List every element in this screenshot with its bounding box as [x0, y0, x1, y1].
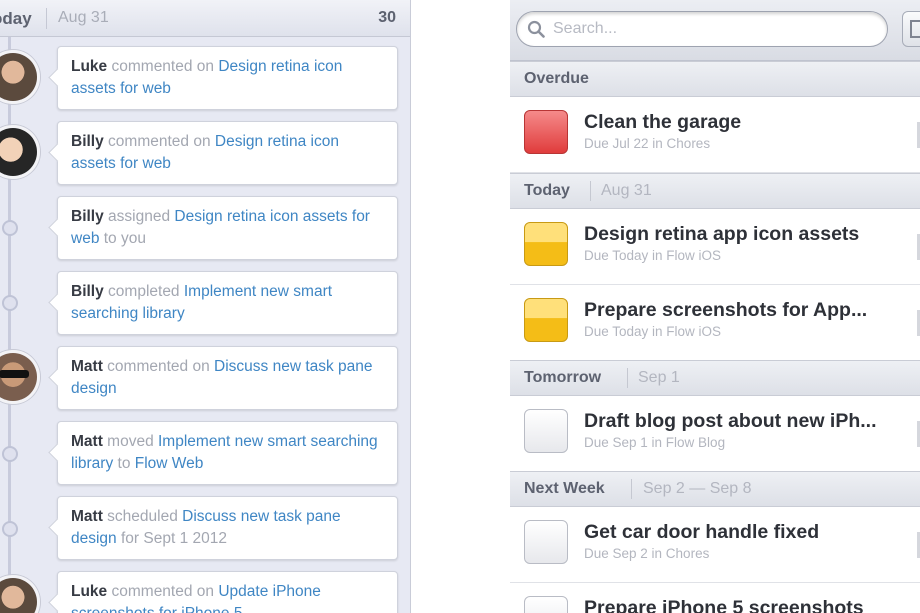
activity-trail: to you	[99, 230, 146, 247]
task-checkbox[interactable]	[524, 409, 568, 453]
divider	[590, 181, 591, 201]
task-subtitle: Due Sep 1 in Flow Blog	[584, 435, 726, 450]
task-checkbox[interactable]	[524, 110, 568, 154]
task-checkbox[interactable]	[524, 596, 568, 613]
task-title: Get car door handle fixed	[584, 521, 820, 543]
section-header-next-week: Next Week Sep 2 — Sep 8	[510, 471, 920, 507]
compose-button[interactable]	[902, 11, 920, 47]
task-row[interactable]: Get car door handle fixed Due Sep 2 in C…	[510, 507, 920, 583]
activity-actor[interactable]: Matt	[71, 508, 103, 525]
activity-actor[interactable]: Matt	[71, 358, 103, 375]
task-row[interactable]: Design retina app icon assets Due Today …	[510, 209, 920, 285]
activity-actor[interactable]: Luke	[71, 583, 107, 600]
activity-actor[interactable]: Billy	[71, 208, 104, 225]
search-input[interactable]: Search...	[516, 11, 888, 47]
timeline-dot	[2, 220, 18, 236]
activity-card[interactable]: Matt scheduled Discuss new task pane des…	[57, 496, 398, 560]
section-header-overdue: Overdue	[510, 61, 920, 97]
timeline-dot	[2, 295, 18, 311]
activity-verb: scheduled	[102, 508, 183, 525]
section-header-tomorrow: Tomorrow Sep 1	[510, 360, 920, 396]
activity-card[interactable]: Matt commented on Discuss new task pane …	[57, 346, 398, 410]
search-placeholder: Search...	[553, 20, 618, 37]
task-title: Prepare iPhone 5 screenshots	[584, 597, 864, 613]
activity-verb: moved	[102, 433, 158, 450]
section-date: Sep 1	[638, 369, 680, 386]
task-subtitle: Due Sep 2 in Chores	[584, 546, 710, 561]
activity-actor[interactable]: Luke	[71, 58, 107, 75]
avatar-billy[interactable]	[0, 125, 40, 179]
compose-icon	[910, 20, 920, 38]
activity-actor[interactable]: Billy	[71, 133, 104, 150]
divider	[631, 479, 632, 499]
timeline-dot	[2, 446, 18, 462]
feed-date-label: Aug 31	[58, 9, 109, 26]
task-subtitle: Due Jul 22 in Chores	[584, 136, 711, 151]
activity-card[interactable]: Luke commented on Design retina icon ass…	[57, 46, 398, 110]
task-list-pane: Search... Overdue Clean the garage Due J…	[510, 0, 920, 613]
search-icon	[527, 20, 545, 38]
divider	[627, 368, 628, 388]
feed-day-label: oday	[0, 9, 32, 28]
activity-list-link[interactable]: Flow Web	[135, 455, 204, 472]
task-row[interactable]: Draft blog post about new iPh... Due Sep…	[510, 396, 920, 472]
activity-card[interactable]: Matt moved Implement new smart searching…	[57, 421, 398, 485]
avatar-matt[interactable]	[0, 350, 40, 404]
activity-feed-pane: oday Aug 31 30 Luke commented on Design …	[0, 0, 411, 613]
activity-trail: for Sept 1 2012	[116, 530, 227, 547]
activity-actor[interactable]: Matt	[71, 433, 103, 450]
section-label: Overdue	[524, 70, 589, 87]
task-checkbox[interactable]	[524, 298, 568, 342]
feed-count-badge: 30	[378, 9, 396, 26]
task-title: Clean the garage	[584, 111, 742, 133]
task-checkbox[interactable]	[524, 520, 568, 564]
search-bar: Search...	[510, 0, 920, 61]
task-row[interactable]: Prepare screenshots for App... Due Today…	[510, 285, 920, 361]
task-subtitle: Due Today in Flow iOS	[584, 324, 722, 339]
activity-card[interactable]: Billy completed Implement new smart sear…	[57, 271, 398, 335]
activity-trail: to	[113, 455, 135, 472]
activity-verb: completed	[103, 283, 184, 300]
task-title: Prepare screenshots for App...	[584, 299, 868, 321]
activity-actor[interactable]: Billy	[71, 283, 104, 300]
timeline-dot	[2, 521, 18, 537]
activity-verb: commented on	[103, 133, 215, 150]
task-subtitle: Due Today in Flow iOS	[584, 248, 722, 263]
avatar-luke[interactable]	[0, 50, 40, 104]
section-label: Today	[524, 182, 570, 199]
activity-card[interactable]: Luke commented on Update iPhone screensh…	[57, 571, 398, 613]
activity-card[interactable]: Billy commented on Design retina icon as…	[57, 121, 398, 185]
task-title: Design retina app icon assets	[584, 223, 860, 245]
section-label: Tomorrow	[524, 369, 602, 386]
section-date: Aug 31	[601, 182, 652, 199]
section-header-today: Today Aug 31	[510, 173, 920, 209]
section-label: Next Week	[524, 480, 605, 497]
activity-verb: assigned	[103, 208, 175, 225]
feed-day-header: oday Aug 31 30	[0, 0, 410, 37]
task-row[interactable]: Clean the garage Due Jul 22 in Chores	[510, 97, 920, 173]
task-title: Draft blog post about new iPh...	[584, 410, 877, 432]
avatar-luke[interactable]	[0, 575, 40, 613]
task-row[interactable]: Prepare iPhone 5 screenshots	[510, 583, 920, 613]
activity-verb: commented on	[102, 358, 215, 375]
task-checkbox[interactable]	[524, 222, 568, 266]
activity-verb: commented on	[107, 583, 219, 600]
activity-card[interactable]: Billy assigned Design retina icon assets…	[57, 196, 398, 260]
divider	[46, 8, 47, 29]
activity-verb: commented on	[107, 58, 219, 75]
section-date: Sep 2 — Sep 8	[643, 480, 752, 497]
